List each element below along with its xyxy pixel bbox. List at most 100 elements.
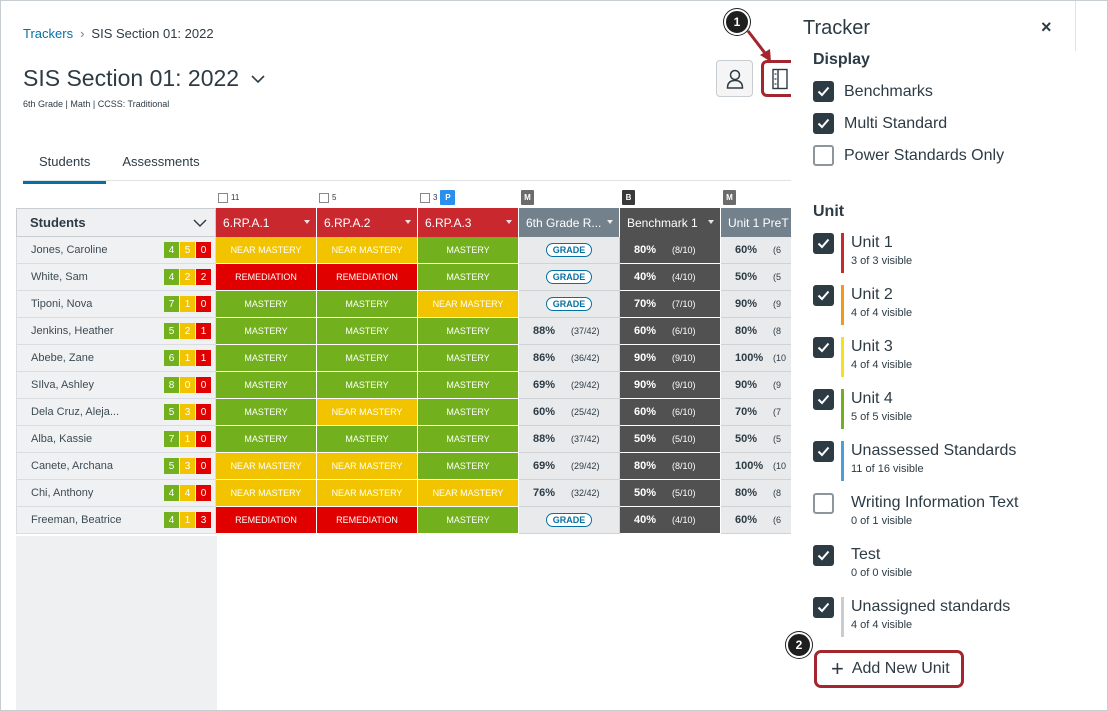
score-cell[interactable]: 69% (29/42): [519, 453, 620, 480]
pretest-cell[interactable]: 100% (10: [721, 453, 791, 480]
grade-cell[interactable]: GRADE: [519, 237, 620, 264]
breadcrumb-trackers-link[interactable]: Trackers: [23, 26, 73, 41]
mastery-cell[interactable]: MASTERY: [216, 372, 317, 399]
checkbox-icon[interactable]: [813, 493, 834, 514]
unit-item[interactable]: Unassessed Standards 11 of 16 visible: [813, 441, 1016, 481]
mastery-cell[interactable]: MASTERY: [418, 264, 519, 291]
student-name-cell[interactable]: Freeman, Beatrice 4 1 3: [16, 507, 216, 534]
dropdown-icon[interactable]: [607, 220, 613, 224]
add-new-unit-button[interactable]: + Add New Unit: [814, 650, 964, 688]
mastery-cell[interactable]: MASTERY: [418, 399, 519, 426]
checkbox-icon[interactable]: [218, 192, 228, 203]
mastery-cell[interactable]: MASTERY: [216, 291, 317, 318]
checkbox-icon[interactable]: [813, 441, 834, 462]
benchmark-cell[interactable]: 60% (6/10): [620, 399, 721, 426]
mastery-cell[interactable]: NEAR MASTERY: [317, 399, 418, 426]
checkbox-icon[interactable]: [813, 145, 834, 166]
benchmark-cell[interactable]: 50% (5/10): [620, 480, 721, 507]
page-title[interactable]: SIS Section 01: 2022: [23, 65, 265, 92]
benchmark-cell[interactable]: 60% (6/10): [620, 318, 721, 345]
column-header[interactable]: 6th Grade R...: [519, 208, 620, 237]
benchmark-cell[interactable]: 80% (8/10): [620, 453, 721, 480]
checkbox-icon[interactable]: [813, 389, 834, 410]
mastery-cell[interactable]: MASTERY: [418, 372, 519, 399]
grade-button[interactable]: GRADE: [545, 243, 593, 257]
dropdown-icon[interactable]: [506, 220, 512, 224]
unit-item[interactable]: Writing Information Text 0 of 1 visible: [813, 493, 1018, 533]
unit-item[interactable]: Test 0 of 0 visible: [813, 545, 912, 585]
score-cell[interactable]: 69% (29/42): [519, 372, 620, 399]
checkbox-icon[interactable]: [813, 285, 834, 306]
dropdown-icon[interactable]: [304, 220, 310, 224]
mastery-cell[interactable]: MASTERY: [216, 426, 317, 453]
grade-button[interactable]: GRADE: [545, 270, 593, 284]
checkbox-icon[interactable]: [813, 233, 834, 254]
close-icon[interactable]: ×: [1041, 17, 1052, 38]
benchmark-cell[interactable]: 90% (9/10): [620, 372, 721, 399]
score-cell[interactable]: 88% (37/42): [519, 318, 620, 345]
pretest-cell[interactable]: 60% (6: [721, 237, 791, 264]
pretest-cell[interactable]: 100% (10: [721, 345, 791, 372]
pretest-cell[interactable]: 50% (5: [721, 264, 791, 291]
pretest-cell[interactable]: 80% (8: [721, 318, 791, 345]
checkbox-icon[interactable]: [813, 545, 834, 566]
mastery-cell[interactable]: MASTERY: [418, 426, 519, 453]
display-option[interactable]: Benchmarks: [813, 81, 933, 102]
unit-item[interactable]: Unassigned standards 4 of 4 visible: [813, 597, 1010, 637]
mastery-cell[interactable]: REMEDIATION: [216, 264, 317, 291]
checkbox-icon[interactable]: [813, 337, 834, 358]
unit-item[interactable]: Unit 1 3 of 3 visible: [813, 233, 912, 273]
checkbox-icon[interactable]: [813, 113, 834, 134]
dropdown-icon[interactable]: [405, 220, 411, 224]
mastery-cell[interactable]: MASTERY: [317, 318, 418, 345]
mastery-cell[interactable]: REMEDIATION: [317, 507, 418, 534]
student-name-cell[interactable]: SIlva, Ashley 8 0 0: [16, 372, 216, 399]
mastery-cell[interactable]: NEAR MASTERY: [216, 480, 317, 507]
column-header[interactable]: Benchmark 1: [620, 208, 721, 237]
column-header[interactable]: 6.RP.A.1: [216, 208, 317, 237]
mastery-cell[interactable]: NEAR MASTERY: [317, 237, 418, 264]
student-name-cell[interactable]: Chi, Anthony 4 4 0: [16, 480, 216, 507]
pretest-cell[interactable]: 60% (6: [721, 507, 791, 534]
mastery-cell[interactable]: NEAR MASTERY: [216, 237, 317, 264]
mastery-cell[interactable]: REMEDIATION: [317, 264, 418, 291]
mastery-cell[interactable]: NEAR MASTERY: [317, 480, 418, 507]
column-header[interactable]: 6.RP.A.2: [317, 208, 418, 237]
column-header[interactable]: Unit 1 PreT: [721, 208, 791, 237]
mastery-cell[interactable]: MASTERY: [317, 291, 418, 318]
score-cell[interactable]: 76% (32/42): [519, 480, 620, 507]
student-name-cell[interactable]: Tiponi, Nova 7 1 0: [16, 291, 216, 318]
student-name-cell[interactable]: White, Sam 4 2 2: [16, 264, 216, 291]
mastery-cell[interactable]: MASTERY: [216, 345, 317, 372]
chevron-down-icon[interactable]: [193, 217, 207, 229]
chevron-down-icon[interactable]: [251, 72, 265, 86]
column-header[interactable]: 6.RP.A.3: [418, 208, 519, 237]
student-name-cell[interactable]: Abebe, Zane 6 1 1: [16, 345, 216, 372]
grade-cell[interactable]: GRADE: [519, 264, 620, 291]
mastery-cell[interactable]: MASTERY: [216, 318, 317, 345]
pretest-cell[interactable]: 90% (9: [721, 372, 791, 399]
pretest-cell[interactable]: 50% (5: [721, 426, 791, 453]
benchmark-cell[interactable]: 90% (9/10): [620, 345, 721, 372]
mastery-cell[interactable]: MASTERY: [418, 318, 519, 345]
student-name-cell[interactable]: Alba, Kassie 7 1 0: [16, 426, 216, 453]
mastery-cell[interactable]: REMEDIATION: [216, 507, 317, 534]
benchmark-cell[interactable]: 70% (7/10): [620, 291, 721, 318]
display-option[interactable]: Multi Standard: [813, 113, 947, 134]
checkbox-icon[interactable]: [319, 192, 329, 203]
mastery-cell[interactable]: MASTERY: [317, 345, 418, 372]
unit-item[interactable]: Unit 3 4 of 4 visible: [813, 337, 912, 377]
mastery-cell[interactable]: MASTERY: [317, 372, 418, 399]
student-name-cell[interactable]: Dela Cruz, Aleja... 5 3 0: [16, 399, 216, 426]
dropdown-icon[interactable]: [708, 220, 714, 224]
mastery-cell[interactable]: NEAR MASTERY: [216, 453, 317, 480]
checkbox-icon[interactable]: [420, 192, 430, 203]
grade-cell[interactable]: GRADE: [519, 507, 620, 534]
student-name-cell[interactable]: Jenkins, Heather 5 2 1: [16, 318, 216, 345]
grade-button[interactable]: GRADE: [545, 513, 593, 527]
checkbox-icon[interactable]: [813, 81, 834, 102]
mastery-cell[interactable]: NEAR MASTERY: [418, 291, 519, 318]
benchmark-cell[interactable]: 80% (8/10): [620, 237, 721, 264]
unit-item[interactable]: Unit 2 4 of 4 visible: [813, 285, 912, 325]
benchmark-cell[interactable]: 40% (4/10): [620, 264, 721, 291]
